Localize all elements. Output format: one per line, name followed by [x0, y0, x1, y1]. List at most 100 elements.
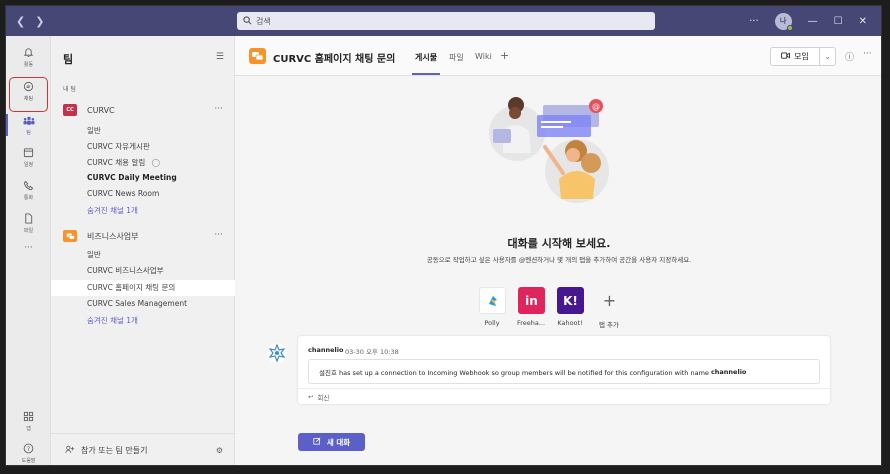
channel-item[interactable]: CURVC 비즈니스사업부 [87, 265, 164, 276]
teams-title: 팀 [63, 53, 74, 66]
post-time: 03-30 오후 10:38 [345, 348, 399, 356]
close-icon[interactable]: ✕ [859, 16, 867, 27]
channel-item[interactable]: CURVC Sales Management [87, 299, 187, 308]
channel-item[interactable]: CURVC Daily Meeting [87, 173, 177, 182]
back-arrow-icon[interactable]: ❮ [16, 15, 25, 28]
svg-text:?: ? [27, 445, 30, 453]
post-author: channelio [308, 346, 344, 354]
reply-button[interactable]: ↩ 회신 [298, 388, 830, 404]
meet-button[interactable]: 모임 [770, 47, 820, 66]
rail-item-calls[interactable]: 통화 [6, 175, 51, 205]
post-message: 설진호 has set up a connection to Incoming … [319, 368, 709, 377]
rail-item-files[interactable]: 파일 [6, 208, 51, 238]
app-tile-kahoot[interactable]: K! [557, 287, 584, 314]
rail-item-calendar[interactable]: 일정 [6, 142, 51, 172]
rail-label: 활동 [23, 61, 34, 68]
tab-posts[interactable]: 게시물 [415, 52, 437, 63]
channel-item-selected[interactable]: CURVC 홈페이지 채팅 문의 [87, 282, 175, 293]
hidden-channels-link[interactable]: 숨겨진 채널 1개 [87, 205, 138, 216]
channel-label: CURVC 채용 알림 [87, 158, 146, 167]
team-business[interactable]: 비즈니스사업부 ··· [63, 229, 233, 243]
video-icon [781, 52, 790, 61]
rail-label: 도움말 [21, 457, 36, 464]
nav-arrows: ❮ ❯ [6, 15, 46, 28]
channel-item[interactable]: 일반 [87, 125, 101, 136]
apps-icon [23, 411, 35, 423]
more-options-icon[interactable]: ··· [863, 49, 872, 59]
add-tab-button[interactable]: + [500, 49, 509, 62]
channel-team-logo [249, 48, 266, 64]
channel-title: CURVC 홈페이지 채팅 문의 [273, 54, 396, 65]
empty-state-subtitle: 공동으로 작업하고 싶은 사용자를 @멘션하거나 몇 개의 탭을 추가하여 공간… [426, 256, 692, 264]
channel-header: CURVC 홈페이지 채팅 문의 게시물 파일 Wiki + 모임 ⌄ ⓘ ··… [235, 36, 881, 76]
add-team-icon [65, 445, 75, 456]
more-icon: ··· [24, 243, 33, 253]
avatar-initial: 나 [779, 17, 787, 25]
tab-wiki[interactable]: Wiki [475, 52, 492, 61]
avatar[interactable]: 나 [774, 12, 793, 31]
app-tile-freehand[interactable]: in [518, 287, 545, 314]
app-label: Kahoot! [557, 319, 583, 327]
app-label: Polly [484, 319, 500, 327]
team-logo [63, 230, 77, 242]
app-label: Freeha... [516, 319, 546, 327]
gear-icon[interactable]: ⚙ [216, 446, 223, 455]
rail-more[interactable]: ··· [6, 238, 51, 258]
rail-label: 일정 [23, 161, 34, 168]
channel-item[interactable]: CURVC 자유게시판 [87, 141, 150, 152]
reply-label: 회신 [317, 393, 330, 402]
rail-item-help[interactable]: ? 도움말 [6, 438, 51, 465]
team-name: 비즈니스사업부 [87, 231, 139, 241]
chevron-down-icon[interactable]: ⌄ [820, 47, 836, 66]
channel-main: CURVC 홈페이지 채팅 문의 게시물 파일 Wiki + 모임 ⌄ ⓘ ··… [235, 36, 881, 465]
rail-item-apps[interactable]: 앱 [6, 406, 51, 436]
rail-item-activity[interactable]: 활동 [6, 42, 51, 72]
team-more-icon[interactable]: ··· [214, 104, 223, 114]
info-icon[interactable]: ⓘ [845, 50, 854, 63]
teams-icon [22, 115, 35, 127]
rail-label: 앱 [26, 425, 31, 432]
minimize-icon[interactable]: — [808, 16, 818, 27]
new-conversation-label: 새 대화 [326, 437, 351, 447]
search-input[interactable]: 검색 [237, 12, 655, 30]
join-create-label: 참가 또는 팀 만들기 [81, 446, 148, 455]
app-label: 탭 추가 [598, 321, 619, 329]
rail-label: 통화 [23, 194, 34, 201]
maximize-icon[interactable]: ☐ [834, 16, 843, 27]
svg-text:@: @ [592, 102, 600, 111]
channel-item[interactable]: 일반 [87, 249, 101, 260]
add-tab-tile[interactable]: + [596, 287, 623, 314]
app-tile-polly[interactable] [479, 287, 506, 314]
rail-label: 팀 [26, 129, 31, 136]
team-more-icon[interactable]: ··· [214, 230, 223, 240]
more-options-icon[interactable]: ··· [749, 16, 759, 27]
mute-icon: ◯ [151, 158, 161, 167]
calendar-icon [23, 147, 35, 159]
team-logo: CC [63, 104, 77, 116]
window-controls: ··· 나 — ☐ ✕ [749, 6, 881, 36]
rail-label: 파일 [23, 227, 34, 234]
highlight-box [9, 77, 48, 112]
tab-files[interactable]: 파일 [449, 52, 464, 63]
join-create-team[interactable]: 참가 또는 팀 만들기 ⚙ [51, 433, 235, 465]
hidden-channels-link[interactable]: 숨겨진 채널 1개 [87, 315, 138, 326]
empty-state-title: 대화를 시작해 보세요. [507, 237, 611, 250]
presence-dot [786, 24, 793, 31]
forward-arrow-icon[interactable]: ❯ [35, 15, 44, 28]
section-my-teams: 내 팀 [63, 86, 76, 93]
teams-panel: 팀 ☰ 내 팀 CC CURVC ··· 일반 CURVC 자유게시판 CURV… [51, 36, 235, 465]
team-curvc[interactable]: CC CURVC ··· [63, 103, 233, 117]
bell-icon [23, 47, 35, 59]
phone-icon [23, 180, 35, 192]
new-conversation-button[interactable]: 새 대화 [298, 433, 365, 451]
channel-item[interactable]: CURVC 채용 알림 ◯ [87, 157, 160, 168]
team-name: CURVC [87, 105, 115, 115]
rail-item-teams[interactable]: 팀 [6, 110, 51, 140]
meet-label: 모임 [794, 52, 809, 61]
filter-icon[interactable]: ☰ [216, 52, 224, 62]
post-message-name: channelio [710, 367, 747, 376]
webhook-card: 설진호 has set up a connection to Incoming … [308, 359, 820, 384]
polly-icon [488, 295, 497, 306]
active-tab-indicator [412, 73, 440, 75]
channel-item[interactable]: CURVC News Room [87, 189, 159, 198]
